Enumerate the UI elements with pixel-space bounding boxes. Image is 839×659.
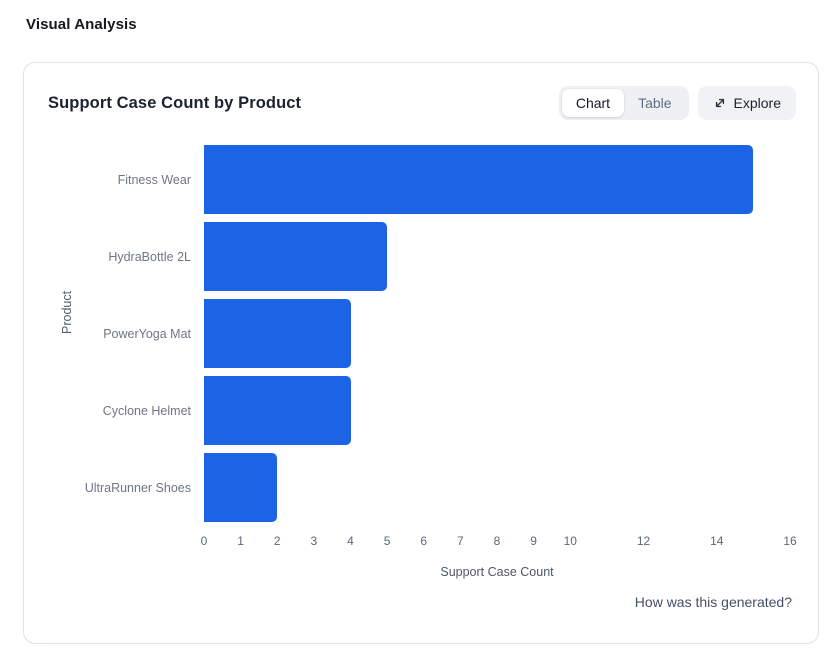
x-tick-label: 14 bbox=[710, 534, 723, 548]
bar-track bbox=[204, 145, 790, 214]
category-label: Cyclone Helmet bbox=[48, 404, 204, 418]
category-label: UltraRunner Shoes bbox=[48, 481, 204, 495]
explore-button[interactable]: Explore bbox=[698, 86, 796, 120]
x-axis-title: Support Case Count bbox=[440, 565, 553, 579]
bar-chart: Product Fitness Wear HydraBottle 2L PowerY… bbox=[24, 141, 818, 581]
bar-row: HydraBottle 2L bbox=[48, 218, 818, 295]
x-tick-label: 9 bbox=[530, 534, 537, 548]
x-tick-label: 6 bbox=[420, 534, 427, 548]
bar-row: PowerYoga Mat bbox=[48, 295, 818, 372]
category-label: HydraBottle 2L bbox=[48, 250, 204, 264]
chart-table-toggle: Chart Table bbox=[559, 86, 689, 120]
header-controls: Chart Table Explore bbox=[559, 86, 796, 120]
x-tick-label: 7 bbox=[457, 534, 464, 548]
tab-table[interactable]: Table bbox=[624, 89, 685, 117]
chart-card: Support Case Count by Product Chart Tabl… bbox=[23, 62, 819, 644]
bar-row: Fitness Wear bbox=[48, 141, 818, 218]
x-tick-label: 16 bbox=[783, 534, 796, 548]
category-label: Fitness Wear bbox=[48, 173, 204, 187]
x-tick-label: 0 bbox=[201, 534, 208, 548]
x-tick-label: 5 bbox=[384, 534, 391, 548]
bar-row: Cyclone Helmet bbox=[48, 372, 818, 449]
card-footer: How was this generated? bbox=[635, 594, 792, 612]
card-header: Support Case Count by Product Chart Tabl… bbox=[24, 63, 818, 119]
explore-button-label: Explore bbox=[734, 95, 781, 111]
page-title: Visual Analysis bbox=[26, 16, 137, 33]
bar[interactable] bbox=[204, 299, 351, 368]
y-axis-title: Product bbox=[60, 291, 74, 334]
x-tick-label: 8 bbox=[494, 534, 501, 548]
x-axis-title-row: Support Case Count bbox=[204, 563, 790, 581]
visual-analysis-page: Visual Analysis Support Case Count by Pr… bbox=[0, 0, 839, 659]
bar[interactable] bbox=[204, 145, 753, 214]
bar-rows: Fitness Wear HydraBottle 2L PowerYoga Mat C… bbox=[48, 141, 818, 526]
bar[interactable] bbox=[204, 453, 277, 522]
bar-track bbox=[204, 299, 790, 368]
bar-track bbox=[204, 376, 790, 445]
bar-track bbox=[204, 453, 790, 522]
x-tick-label: 10 bbox=[564, 534, 577, 548]
x-tick-label: 4 bbox=[347, 534, 354, 548]
x-tick-label: 3 bbox=[311, 534, 318, 548]
x-tick-label: 12 bbox=[637, 534, 650, 548]
chart-title: Support Case Count by Product bbox=[48, 94, 301, 113]
bar[interactable] bbox=[204, 222, 387, 291]
bar-row: UltraRunner Shoes bbox=[48, 449, 818, 526]
bar-track bbox=[204, 222, 790, 291]
x-tick-label: 2 bbox=[274, 534, 281, 548]
tab-chart[interactable]: Chart bbox=[562, 89, 624, 117]
expand-diagonal-icon bbox=[713, 96, 727, 110]
x-tick-label: 1 bbox=[237, 534, 244, 548]
x-axis-ticks: 012345678910121416 bbox=[204, 534, 790, 556]
bar[interactable] bbox=[204, 376, 351, 445]
how-generated-link[interactable]: How was this generated? bbox=[635, 594, 792, 610]
